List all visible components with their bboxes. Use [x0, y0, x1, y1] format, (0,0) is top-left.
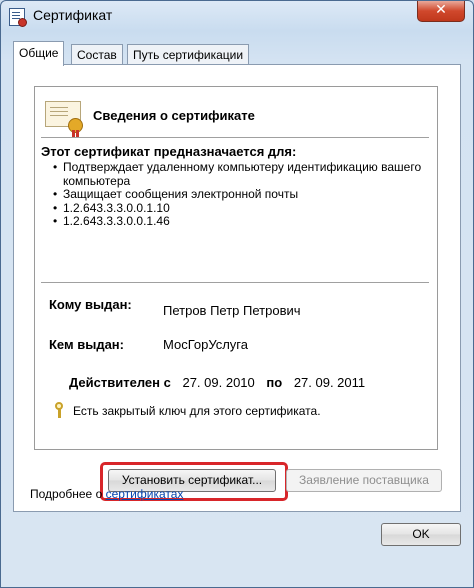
purpose-item: Подтверждает удаленному компьютеру идент… — [53, 160, 423, 188]
close-button[interactable]: ✕ — [417, 1, 465, 22]
valid-to-label: по — [266, 375, 283, 390]
certificate-info-box: Сведения о сертификате Этот сертификат п… — [34, 86, 438, 450]
certificates-link[interactable]: сертификатах — [106, 487, 184, 501]
seal-icon — [68, 118, 83, 137]
purpose-item: 1.2.643.3.3.0.0.1.46 — [53, 214, 423, 229]
divider — [41, 282, 429, 283]
valid-from-label: Действителен с — [69, 375, 171, 390]
issued-to-value: Петров Петр Петрович — [163, 303, 301, 318]
tab-certification-path[interactable]: Путь сертификации — [127, 44, 250, 65]
purpose-item: Защищает сообщения электронной почты — [53, 187, 423, 202]
private-key-text: Есть закрытый ключ для этого сертификата… — [73, 404, 321, 418]
close-icon: ✕ — [435, 2, 447, 18]
issuer-statement-button[interactable]: Заявление поставщика — [286, 469, 442, 492]
tab-panel-general: Сведения о сертификате Этот сертификат п… — [13, 64, 461, 512]
purpose-item: 1.2.643.3.3.0.0.1.10 — [53, 201, 423, 216]
valid-to-date: 27. 09. 2011 — [293, 375, 366, 390]
purpose-title: Этот сертификат предназначается для: — [41, 144, 297, 159]
more-info-prefix: Подробнее о — [30, 487, 103, 501]
tab-general[interactable]: Общие — [13, 41, 65, 66]
issued-to-label: Кому выдан: — [49, 297, 132, 312]
issued-by-value: МосГорУслуга — [163, 337, 248, 352]
private-key-row: Есть закрытый ключ для этого сертификата… — [53, 402, 321, 418]
more-info-row: Подробнее о сертификатах — [30, 487, 183, 501]
tab-details[interactable]: Состав — [71, 44, 123, 65]
certificate-icon — [45, 101, 83, 137]
divider — [41, 137, 429, 138]
valid-from-date: 27. 09. 2010 — [182, 375, 255, 390]
key-icon — [53, 402, 67, 418]
certificate-window-icon — [9, 8, 27, 27]
title-bar[interactable]: Сертификат ✕ — [1, 1, 473, 31]
info-title: Сведения о сертификате — [93, 108, 255, 123]
ok-button[interactable]: OK — [381, 523, 461, 546]
certificate-dialog: Сертификат ✕ Общие Состав Путь сертифика… — [0, 0, 474, 588]
purpose-list: Подтверждает удаленному компьютеру идент… — [53, 160, 423, 229]
window-title: Сертификат — [33, 7, 113, 23]
issued-by-label: Кем выдан: — [49, 337, 124, 352]
validity-row: Действителен с 27. 09. 2010 по 27. 09. 2… — [69, 375, 373, 390]
